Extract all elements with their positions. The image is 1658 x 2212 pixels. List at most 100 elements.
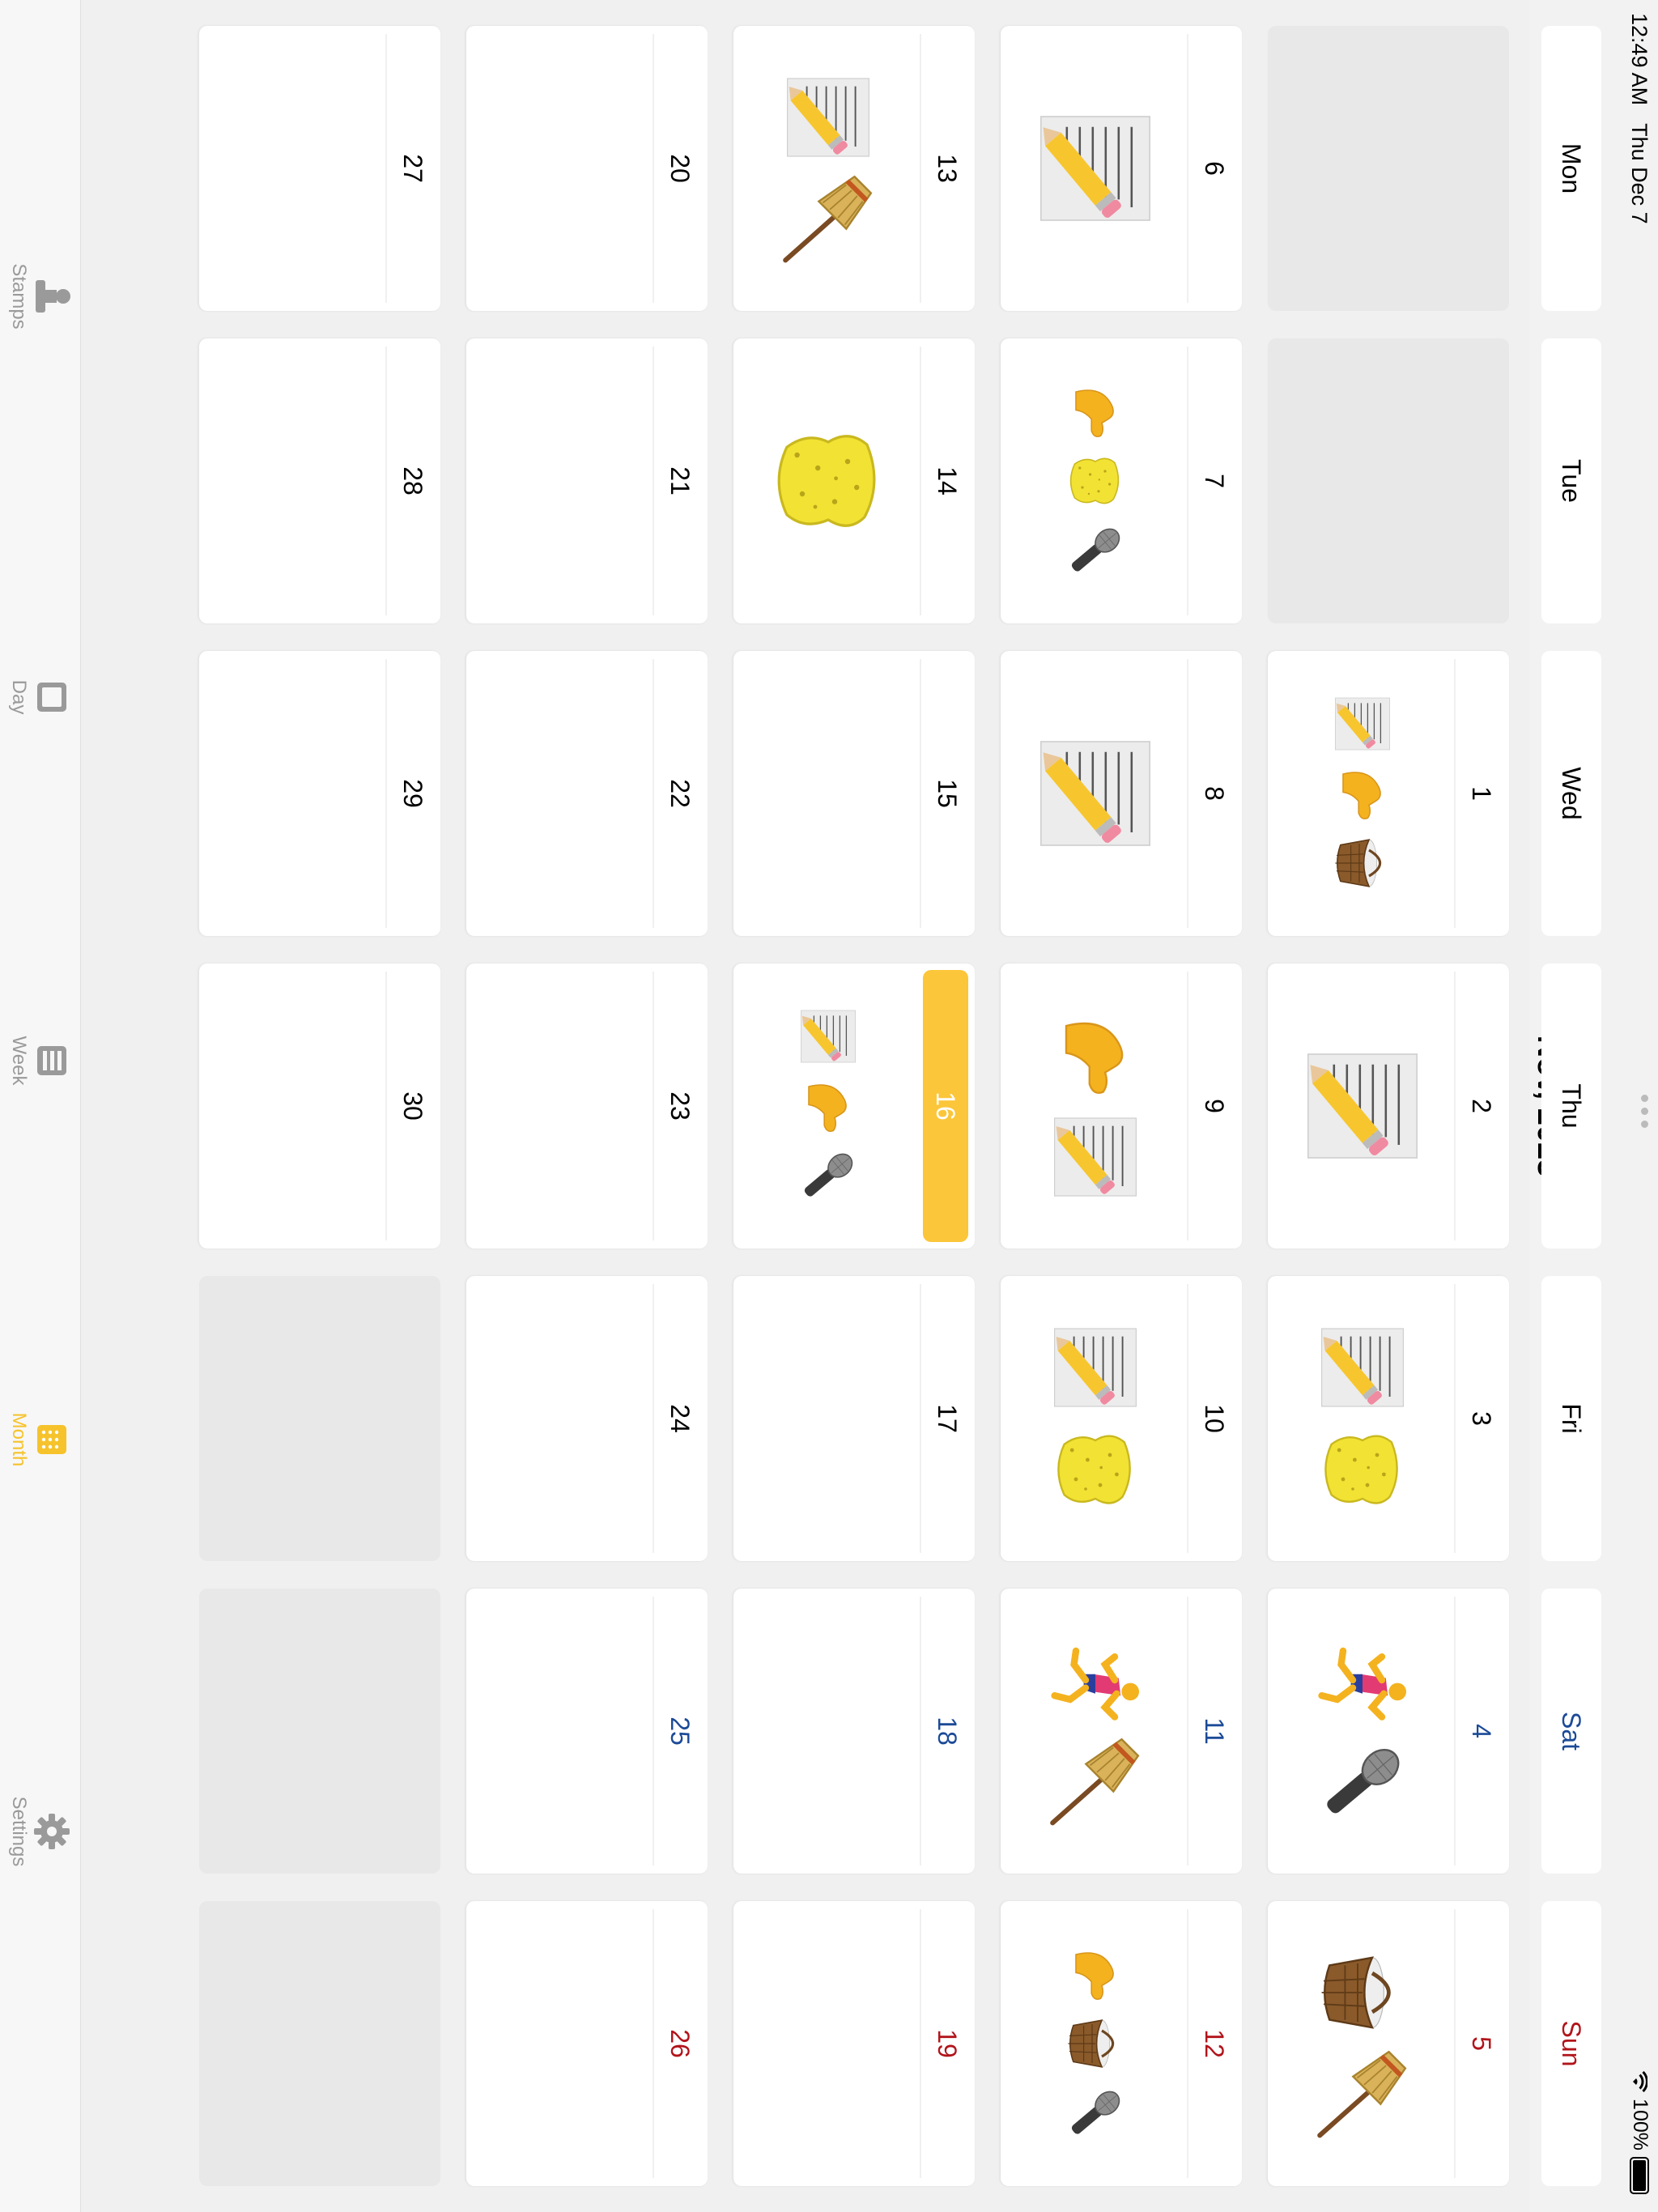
writing-stamp-icon[interactable] [1298,1041,1427,1171]
day-cell[interactable]: 3 [1268,1276,1509,1561]
day-cell[interactable]: 30 [199,963,440,1249]
day-cell[interactable]: 25 [466,1589,708,1874]
writing-stamp-icon[interactable] [1047,1108,1144,1206]
tab-week[interactable]: Week [7,1004,74,1117]
cell-divider [653,659,654,928]
broom-stamp-icon[interactable] [1047,1733,1144,1831]
microphone-stamp-icon[interactable] [1063,518,1128,583]
day-cell[interactable]: 19 [733,1901,975,2186]
cell-divider [920,1597,921,1865]
microphone-stamp-icon[interactable] [796,1143,861,1208]
day-cell[interactable]: 24 [466,1276,708,1561]
writing-stamp-icon[interactable] [1314,1319,1411,1416]
day-cell[interactable]: 26 [466,1901,708,2186]
writing-stamp-icon[interactable] [796,1004,861,1069]
day-cell[interactable]: 16 [733,963,975,1249]
tab-stamps[interactable]: Stamps [7,240,74,353]
muscle-stamp-icon[interactable] [1063,1942,1128,2006]
sponge-stamp-icon[interactable] [1314,1421,1411,1518]
runner-stamp-icon[interactable] [1047,1631,1144,1729]
date-number: 11 [1200,1717,1229,1745]
day-cell[interactable]: 15 [733,651,975,936]
cell-divider [920,1909,921,2178]
day-cell[interactable]: 21 [466,338,708,623]
cell-divider [920,1284,921,1553]
day-icon [37,683,66,712]
empty-day-cell [199,1901,440,2186]
cell-divider [1454,972,1456,1240]
tab-settings[interactable]: Settings [7,1775,74,1888]
day-cell[interactable]: 27 [199,26,440,311]
date-number: 1 [1467,786,1496,801]
day-cell[interactable]: 17 [733,1276,975,1561]
writing-stamp-icon[interactable] [1031,729,1160,858]
day-cell[interactable]: 4 [1268,1589,1509,1874]
cell-divider [1187,34,1188,303]
day-cell[interactable]: 22 [466,651,708,936]
muscle-stamp-icon[interactable] [1063,379,1128,444]
sponge-stamp-icon[interactable] [1063,449,1128,513]
stamp-list [1276,659,1449,928]
runner-stamp-icon[interactable] [1314,1631,1411,1729]
stamp-list [1009,972,1182,1240]
day-cell[interactable]: 10 [1001,1276,1242,1561]
date-number: 9 [1200,1099,1229,1113]
day-cell[interactable]: 18 [733,1589,975,1874]
microphone-stamp-icon[interactable] [1063,2081,1128,2146]
day-cell[interactable]: 6 [1001,26,1242,311]
day-cell[interactable]: 11 [1001,1589,1242,1874]
cell-divider [1187,1284,1188,1553]
day-cell[interactable]: 29 [199,651,440,936]
tab-month[interactable]: Month [7,1383,74,1496]
day-cell[interactable]: 23 [466,963,708,1249]
multitasking-grabber[interactable] [1641,1095,1648,1128]
date-number: 22 [665,779,695,808]
date-number: 4 [1467,1724,1496,1738]
stamp-list [1276,1284,1449,1553]
microphone-stamp-icon[interactable] [1314,1733,1411,1831]
day-cell[interactable]: 7 [1001,338,1242,623]
stamp-list [1276,1597,1449,1865]
day-cell[interactable]: 13 [733,26,975,311]
muscle-stamp-icon[interactable] [1330,761,1395,826]
cell-divider [385,347,387,615]
writing-stamp-icon[interactable] [1047,1319,1144,1416]
broom-stamp-icon[interactable] [1314,2046,1411,2143]
empty-day-cell [1268,26,1509,311]
day-cell[interactable]: 1 [1268,651,1509,936]
month-icon [37,1425,66,1454]
basket-stamp-icon[interactable] [1063,2011,1128,2076]
writing-stamp-icon[interactable] [780,69,877,166]
day-cell[interactable]: 2 [1268,963,1509,1249]
cell-divider [1187,1909,1188,2178]
date-number: 6 [1200,161,1229,176]
muscle-stamp-icon[interactable] [1047,1006,1144,1104]
date-number: 27 [398,154,427,183]
day-cell[interactable]: 9 [1001,963,1242,1249]
day-cell[interactable]: 12 [1001,1901,1242,2186]
cell-divider [920,659,921,928]
cell-divider [920,34,921,303]
day-cell[interactable]: 8 [1001,651,1242,936]
basket-stamp-icon[interactable] [1330,831,1395,895]
cell-divider [385,972,387,1240]
stamp-list [1009,659,1182,928]
weekday-header: Sat [1541,1589,1601,1874]
broom-stamp-icon[interactable] [780,171,877,268]
cell-divider [385,659,387,928]
empty-day-cell [199,1276,440,1561]
day-cell[interactable]: 14 [733,338,975,623]
sponge-stamp-icon[interactable] [763,416,893,546]
day-cell[interactable]: 20 [466,26,708,311]
cell-divider [1454,1284,1456,1553]
sponge-stamp-icon[interactable] [1047,1421,1144,1518]
muscle-stamp-icon[interactable] [796,1074,861,1138]
day-cell[interactable]: 28 [199,338,440,623]
tab-day[interactable]: Day [7,640,74,754]
writing-stamp-icon[interactable] [1330,691,1395,756]
writing-stamp-icon[interactable] [1031,104,1160,233]
date-number: 25 [665,1716,695,1746]
day-cell[interactable]: 5 [1268,1901,1509,2186]
date-number: 29 [398,779,427,808]
basket-stamp-icon[interactable] [1314,1944,1411,2041]
